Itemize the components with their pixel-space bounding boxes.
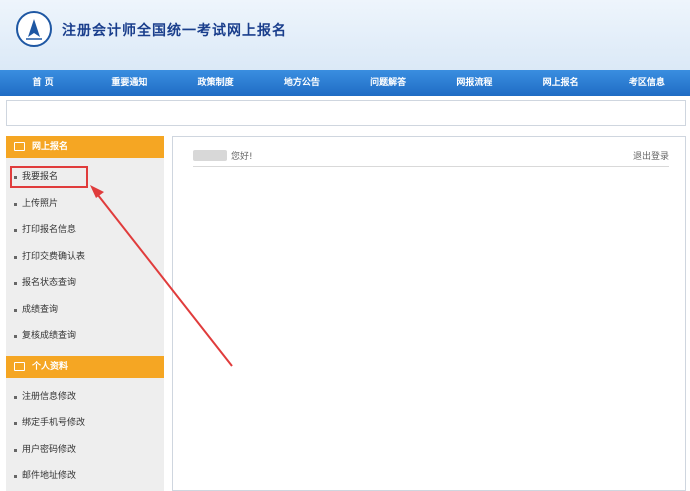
highlight-box xyxy=(10,166,88,188)
nav-exam-area-info[interactable]: 考区信息 xyxy=(604,70,690,96)
bullet-icon xyxy=(14,229,17,232)
bullet-icon xyxy=(14,395,17,399)
bullet-icon xyxy=(14,202,17,206)
bullet-icon xyxy=(14,255,17,259)
sidebar-item-edit-registration[interactable]: 注册信息修改 xyxy=(6,384,164,411)
bullet-icon xyxy=(14,335,17,338)
greeting-text: 您好! xyxy=(231,152,253,162)
sidebar-item-print-payment[interactable]: 打印交费确认表 xyxy=(6,244,164,271)
username-blurred xyxy=(193,150,227,161)
sidebar-item-label: 邮件地址修改 xyxy=(22,471,77,481)
sidebar-item-label: 成绩查询 xyxy=(22,304,59,315)
sidebar-section-profile: 个人资料 xyxy=(6,355,164,378)
sidebar-item-upload-photo[interactable]: 上传照片 xyxy=(6,191,164,218)
sidebar-section-registration: 网上报名 xyxy=(6,136,164,158)
bullet-icon xyxy=(14,282,17,285)
nav-process[interactable]: 网报流程 xyxy=(431,70,517,96)
sidebar-item-status-query[interactable]: 报名状态查询 xyxy=(6,270,164,297)
sidebar-item-label: 用户密码修改 xyxy=(22,444,77,455)
bullet-icon xyxy=(14,422,17,425)
sidebar-item-review-score[interactable]: 复核成绩查询 xyxy=(6,323,164,350)
bullet-icon xyxy=(14,448,17,452)
nav-faq[interactable]: 问题解答 xyxy=(345,70,431,96)
sidebar-item-label: 打印交费确认表 xyxy=(22,251,86,262)
sub-bar xyxy=(6,100,686,126)
logout-link[interactable]: 退出登录 xyxy=(633,149,669,162)
nav-policy[interactable]: 政策制度 xyxy=(173,70,259,96)
sidebar-item-label: 注册信息修改 xyxy=(22,391,77,402)
nav-home[interactable]: 首 页 xyxy=(0,70,86,96)
nav-notices[interactable]: 重要通知 xyxy=(86,70,172,96)
sidebar-item-score-query[interactable]: 成绩查询 xyxy=(6,297,164,324)
sidebar-item-label: 报名状态查询 xyxy=(22,278,77,288)
nav-online-registration[interactable]: 网上报名 xyxy=(518,70,604,96)
nav-local-announcements[interactable]: 地方公告 xyxy=(259,70,345,96)
sidebar: 网上报名 我要报名 上传照片 打印报名信息 打印交费确认表 报名状态查询 成绩查… xyxy=(6,136,164,491)
sidebar-item-label: 打印报名信息 xyxy=(22,225,77,235)
logo-icon xyxy=(16,11,52,47)
greeting-row: 您好! 退出登录 xyxy=(193,147,669,167)
bullet-icon xyxy=(14,308,17,312)
main-nav: 首 页 重要通知 政策制度 地方公告 问题解答 网报流程 网上报名 考区信息 xyxy=(0,70,690,96)
sidebar-item-edit-password[interactable]: 用户密码修改 xyxy=(6,437,164,464)
sidebar-item-edit-phone[interactable]: 绑定手机号修改 xyxy=(6,410,164,437)
main-content: 您好! 退出登录 xyxy=(172,136,686,491)
bullet-icon xyxy=(14,475,17,478)
sidebar-item-label: 复核成绩查询 xyxy=(22,331,77,341)
site-header: 注册会计师全国统一考试网上报名 xyxy=(0,0,690,70)
sidebar-section-title: 网上报名 xyxy=(32,142,69,152)
site-title: 注册会计师全国统一考试网上报名 xyxy=(62,23,287,39)
sidebar-section-title: 个人资料 xyxy=(32,361,69,372)
monitor-icon xyxy=(14,142,25,151)
sidebar-item-label: 上传照片 xyxy=(22,198,59,209)
sidebar-item-label: 绑定手机号修改 xyxy=(22,418,86,428)
sidebar-item-edit-email[interactable]: 邮件地址修改 xyxy=(6,463,164,490)
sidebar-item-print-info[interactable]: 打印报名信息 xyxy=(6,217,164,244)
profile-card-icon xyxy=(14,361,25,371)
